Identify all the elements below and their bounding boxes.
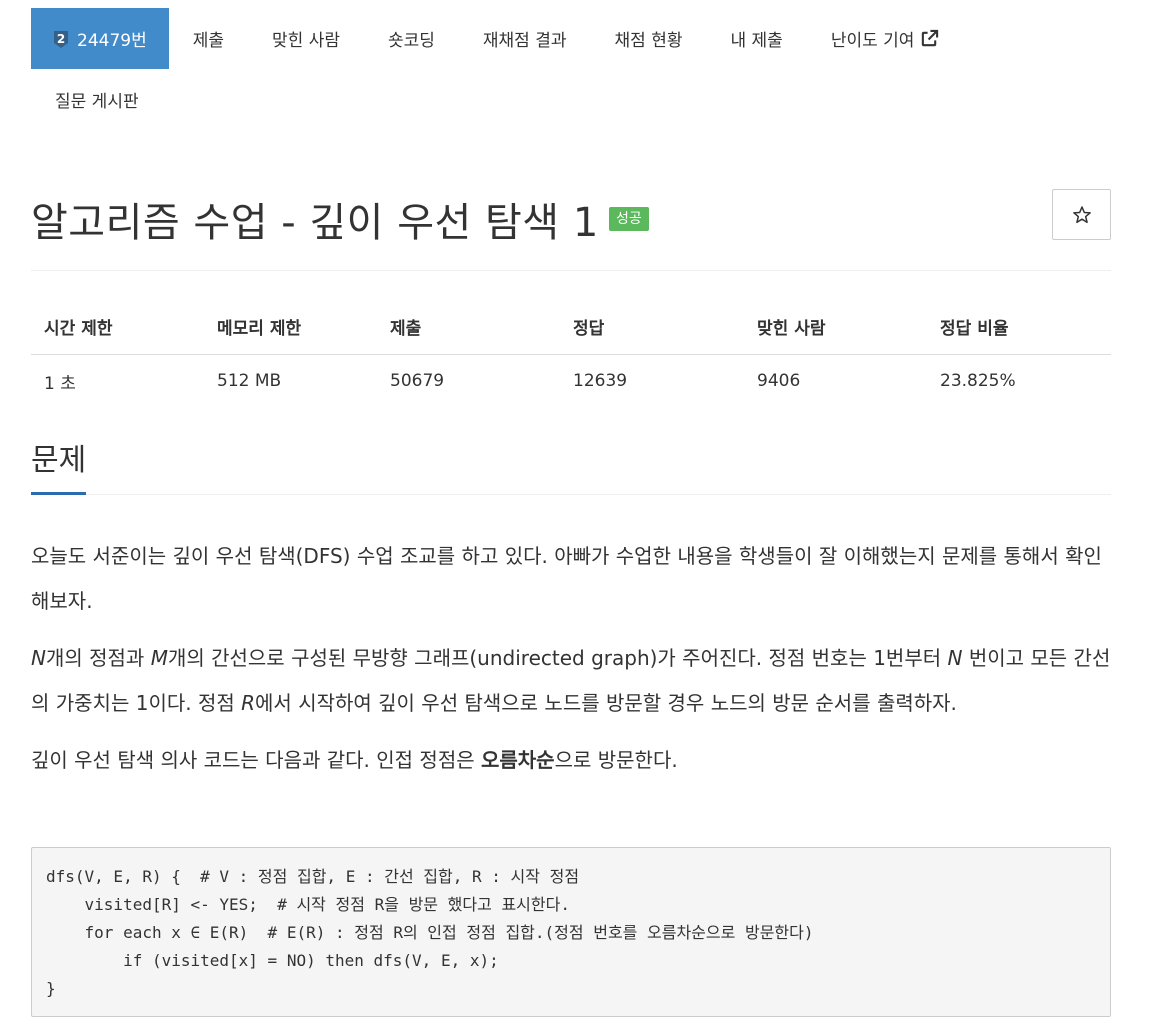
pseudo-code-block: dfs(V, E, R) { # V : 정점 집합, E : 간선 집합, R… (31, 847, 1111, 1017)
problem-header: 알고리즘 수업 - 깊이 우선 탐색 1 성공 (31, 186, 1111, 271)
problem-info-table: 시간 제한 메모리 제한 제출 정답 맞힌 사람 정답 비율 1 초 512 M… (31, 300, 1111, 408)
header-accept-ratio: 정답 비율 (927, 300, 1111, 355)
table-row: 1 초 512 MB 50679 12639 9406 23.825% (31, 354, 1111, 408)
p2-text-1: 개의 정점과 (45, 646, 151, 670)
external-link-icon (922, 29, 939, 47)
var-r: R (241, 691, 256, 715)
tab-difficulty-contribution-label: 난이도 기여 (830, 31, 915, 51)
description-paragraph-3: 깊이 우선 탐색 의사 코드는 다음과 같다. 인접 정점은 오름차순으로 방문… (31, 738, 1116, 783)
p2-text-2: 개의 간선으로 구성된 무방향 그래프(undirected graph)가 주… (167, 646, 948, 670)
tab-judge-status-label: 채점 현황 (614, 31, 683, 51)
tab-problem-label: 24479번 (77, 31, 147, 51)
value-submissions: 50679 (390, 371, 445, 392)
value-accepted: 12639 (573, 371, 628, 392)
value-time-limit: 1 초 (44, 373, 76, 394)
var-n: N (31, 646, 46, 670)
problem-section-header: 문제 (31, 438, 1111, 495)
problem-menu-row-2: 질문 게시판 (31, 69, 1111, 130)
rank-badge-number: 2 (57, 32, 65, 46)
problem-menu-row: 2 24479번 제출 맞힌 사람 숏코딩 재채점 결과 채점 현황 내 제출 … (31, 8, 1111, 69)
tab-rejudge-results[interactable]: 재채점 결과 (459, 8, 591, 69)
tab-rejudge-results-label: 재채점 결과 (482, 31, 567, 51)
tab-question-board-label: 질문 게시판 (55, 92, 139, 112)
description-paragraph-2: N개의 정점과 M개의 간선으로 구성된 무방향 그래프(undirected … (31, 636, 1116, 726)
p3-text-1: 깊이 우선 탐색 의사 코드는 다음과 같다. 인접 정점은 (31, 748, 481, 772)
result-badge: 성공 (609, 207, 649, 231)
header-submissions: 제출 (377, 300, 560, 355)
p2-text-4: 에서 시작하여 깊이 우선 탐색으로 노드를 방문할 경우 노드의 방문 순서를… (255, 691, 957, 715)
var-m: M (150, 646, 168, 670)
tab-difficulty-contribution[interactable]: 난이도 기여 (807, 8, 964, 69)
header-memory-limit: 메모리 제한 (204, 300, 377, 355)
problem-title: 알고리즘 수업 - 깊이 우선 탐색 1 (31, 200, 599, 246)
star-outline-icon (1072, 205, 1091, 223)
tab-submit[interactable]: 제출 (169, 8, 248, 69)
tab-judge-status[interactable]: 채점 현황 (591, 8, 707, 69)
var-n-2: N (947, 646, 963, 670)
value-accept-ratio: 23.825% (940, 371, 1016, 392)
tab-submit-label: 제출 (192, 31, 225, 51)
description-paragraph-1: 오늘도 서준이는 깊이 우선 탐색(DFS) 수업 조교를 하고 있다. 아빠가… (31, 544, 1102, 613)
tab-my-submissions[interactable]: 내 제출 (706, 8, 806, 69)
tab-short-coding[interactable]: 숏코딩 (364, 8, 459, 69)
problem-description: 오늘도 서준이는 깊이 우선 탐색(DFS) 수업 조교를 하고 있다. 아빠가… (31, 534, 1116, 795)
table-header-row: 시간 제한 메모리 제한 제출 정답 맞힌 사람 정답 비율 (31, 300, 1111, 355)
rank-badge-icon: 2 (54, 30, 68, 48)
header-time-limit: 시간 제한 (31, 300, 204, 355)
header-solved-users: 맞힌 사람 (744, 300, 927, 355)
tab-question-board[interactable]: 질문 게시판 (31, 69, 163, 130)
tab-short-coding-label: 숏코딩 (387, 31, 435, 51)
p3-bold: 오름차순 (480, 748, 555, 772)
header-accepted: 정답 (560, 300, 744, 355)
p3-text-2: 으로 방문한다. (554, 748, 678, 772)
value-memory-limit: 512 MB (217, 371, 282, 392)
section-title: 문제 (31, 438, 87, 495)
value-solved-users: 9406 (757, 371, 801, 392)
tab-problem[interactable]: 2 24479번 (31, 8, 169, 69)
tab-solved-users[interactable]: 맞힌 사람 (248, 8, 364, 69)
tab-solved-users-label: 맞힌 사람 (272, 31, 340, 51)
tab-my-submissions-label: 내 제출 (730, 31, 783, 51)
problem-menu: 2 24479번 제출 맞힌 사람 숏코딩 재채점 결과 채점 현황 내 제출 … (31, 8, 1111, 130)
favorite-button[interactable] (1052, 189, 1111, 240)
